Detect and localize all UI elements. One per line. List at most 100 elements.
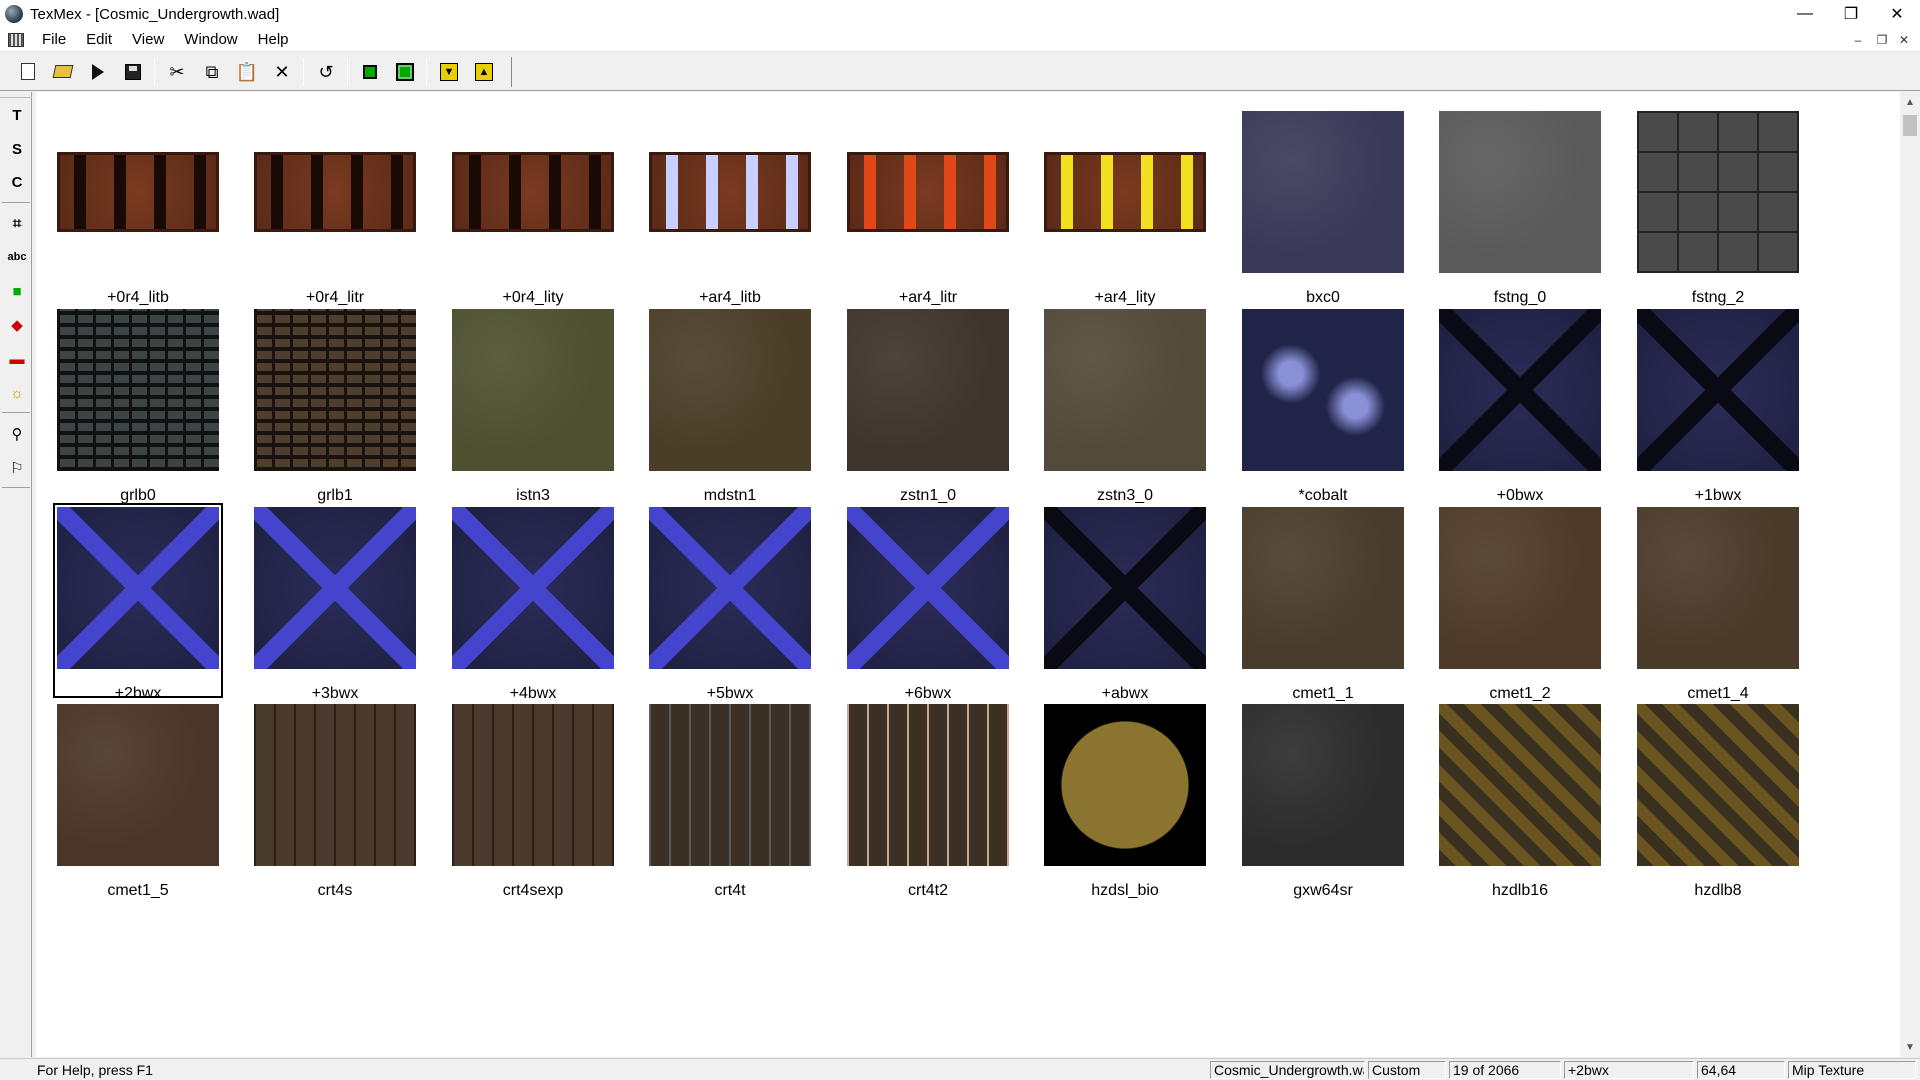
texture-tile[interactable]: mdstn1	[649, 309, 811, 509]
texture-name: +0r4_litr	[305, 289, 365, 306]
texture-tile[interactable]: +2bwx	[53, 503, 223, 707]
maximize-button[interactable]: ❐	[1828, 0, 1874, 28]
texture-thumbnail	[649, 152, 811, 232]
menu-window[interactable]: Window	[174, 29, 247, 51]
texture-tile[interactable]: crt4sexp	[452, 704, 614, 904]
texture-tile[interactable]: +6bwx	[847, 507, 1009, 707]
texture-tile[interactable]: +0r4_lity	[452, 111, 614, 311]
texture-tile[interactable]: +5bwx	[649, 507, 811, 707]
undo-icon[interactable]: ↺	[311, 57, 341, 87]
texture-tile[interactable]: +4bwx	[452, 507, 614, 707]
save-icon[interactable]	[118, 57, 148, 87]
fit-icon[interactable]	[390, 57, 420, 87]
texture-tile[interactable]: grlb1	[254, 309, 416, 509]
texture-thumbnail	[1637, 507, 1799, 669]
s-tool-icon[interactable]: S	[4, 136, 30, 162]
texture-tile[interactable]: cmet1_4	[1637, 507, 1799, 707]
texture-tile[interactable]: hzdlb16	[1439, 704, 1601, 904]
menu-edit[interactable]: Edit	[76, 29, 122, 51]
texture-name: cmet1_1	[1292, 685, 1354, 702]
texture-tile[interactable]: grlb0	[57, 309, 219, 509]
green-square-icon[interactable]	[355, 57, 385, 87]
texture-name: +ar4_litr	[898, 289, 958, 306]
texture-tile[interactable]: crt4s	[254, 704, 416, 904]
texture-tile[interactable]: +ar4_lity	[1044, 111, 1206, 311]
texture-tile[interactable]: bxc0	[1242, 111, 1404, 311]
texture-thumbnail	[847, 309, 1009, 471]
toolbar-separator	[347, 57, 348, 86]
texture-tile[interactable]: cmet1_5	[57, 704, 219, 904]
texture-tile[interactable]: hzdsl_bio	[1044, 704, 1206, 904]
abc-tool-icon[interactable]: abc	[4, 244, 30, 270]
copy-icon[interactable]: ⧉	[197, 57, 227, 87]
texture-tile[interactable]: zstn3_0	[1044, 309, 1206, 509]
texture-thumbnail	[1637, 309, 1799, 471]
texture-tile[interactable]: +ar4_litr	[847, 111, 1009, 311]
texture-name: mdstn1	[703, 487, 757, 504]
texture-tile[interactable]: cmet1_1	[1242, 507, 1404, 707]
texture-tile[interactable]: +0bwx	[1439, 309, 1601, 509]
cut-icon[interactable]: ✂	[162, 57, 192, 87]
document-icon[interactable]	[6, 31, 26, 49]
close-button[interactable]: ✕	[1874, 0, 1920, 28]
zoom-tool-icon[interactable]: ⚲	[4, 421, 30, 447]
brightness-tool-icon[interactable]: ☼	[4, 380, 30, 406]
red-green-tool-icon[interactable]: ▬	[4, 346, 30, 372]
paste-icon[interactable]: 📋	[232, 57, 262, 87]
import-icon[interactable]: ▼	[434, 57, 464, 87]
texture-thumbnail	[1242, 704, 1404, 866]
texture-tile[interactable]: +1bwx	[1637, 309, 1799, 509]
export-icon[interactable]: ▲	[469, 57, 499, 87]
texture-tile[interactable]: cmet1_2	[1439, 507, 1601, 707]
texture-thumbnail	[1439, 507, 1601, 669]
texture-tile[interactable]: *cobalt	[1242, 309, 1404, 509]
menu-view[interactable]: View	[122, 29, 174, 51]
menu-file[interactable]: File	[32, 29, 76, 51]
crop-tool-icon[interactable]: ⌗	[4, 210, 30, 236]
run-tool-icon[interactable]: ⚐	[4, 455, 30, 481]
texture-tile[interactable]: gxw64sr	[1242, 704, 1404, 904]
red-tool-icon[interactable]: ◆	[4, 312, 30, 338]
texture-tile[interactable]: +0r4_litr	[254, 111, 416, 311]
texture-tile[interactable]: +3bwx	[254, 507, 416, 707]
texture-tile[interactable]: +0r4_litb	[57, 111, 219, 311]
text-tool-icon[interactable]: T	[4, 102, 30, 128]
texture-name: crt4t2	[907, 882, 948, 899]
rotate-tool-icon[interactable]: C	[4, 169, 30, 195]
new-document-icon[interactable]	[13, 57, 43, 87]
texture-tile[interactable]: fstng_2	[1637, 111, 1799, 311]
menu-bar: File Edit View Window Help	[0, 28, 1920, 52]
texture-name: cmet1_4	[1687, 685, 1749, 702]
toolbar: ✂ ⧉ 📋 ✕ ↺ ▼ ▲	[0, 53, 1920, 91]
mdi-minimize-button[interactable]: –	[1846, 28, 1870, 52]
palette-grip[interactable]	[0, 92, 32, 98]
status-help-text: For Help, press F1	[37, 1062, 153, 1078]
scrollbar-thumb[interactable]	[1903, 115, 1917, 136]
texture-tile[interactable]: +abwx	[1044, 507, 1206, 707]
texture-tile[interactable]: crt4t2	[847, 704, 1009, 904]
texture-tile[interactable]: fstng_0	[1439, 111, 1601, 311]
open-folder-icon[interactable]	[48, 57, 78, 87]
minimize-button[interactable]: —	[1782, 0, 1828, 28]
mdi-restore-button[interactable]: ❐	[1870, 28, 1894, 52]
texture-thumbnail	[1242, 507, 1404, 669]
mdi-close-button[interactable]: ✕	[1892, 28, 1916, 52]
texture-tile[interactable]: hzdlb8	[1637, 704, 1799, 904]
scroll-down-icon[interactable]: ▼	[1900, 1037, 1920, 1057]
scroll-up-icon[interactable]: ▲	[1900, 92, 1920, 112]
texture-name: hzdlb16	[1491, 882, 1549, 899]
arrow-right-icon[interactable]	[83, 57, 113, 87]
texture-name: crt4sexp	[502, 882, 564, 899]
texture-name: zstn3_0	[1096, 487, 1154, 504]
texture-name: fstng_2	[1691, 289, 1745, 306]
texture-view[interactable]: +0r4_litb +0r4_litr +0r4_lity +ar4_litb +ar4…	[36, 92, 1920, 1057]
vertical-scrollbar[interactable]: ▲ ▼	[1900, 92, 1920, 1057]
delete-icon[interactable]: ✕	[267, 57, 297, 87]
texture-tile[interactable]: istn3	[452, 309, 614, 509]
texture-tile[interactable]: +ar4_litb	[649, 111, 811, 311]
texture-thumbnail	[452, 704, 614, 866]
texture-tile[interactable]: crt4t	[649, 704, 811, 904]
menu-help[interactable]: Help	[248, 29, 299, 51]
texture-tile[interactable]: zstn1_0	[847, 309, 1009, 509]
green-tool-icon[interactable]: ■	[4, 278, 30, 304]
